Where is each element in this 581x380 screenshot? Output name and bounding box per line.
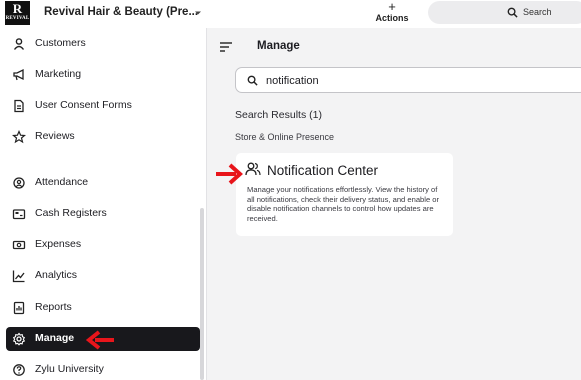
top-bar: R REVIVAL Revival Hair & Beauty (Pre... … — [0, 0, 581, 28]
search-icon — [247, 75, 258, 86]
sidebar-item-user-consent-forms[interactable]: User Consent Forms — [6, 94, 200, 118]
annotation-arrow-icon — [216, 163, 243, 185]
sidebar-item-zylu-university[interactable]: Zylu University — [6, 358, 200, 380]
sidebar-item-label: Marketing — [35, 68, 82, 80]
megaphone-icon — [13, 68, 24, 81]
sidebar-item-expenses[interactable]: Expenses — [6, 233, 200, 257]
store-logo[interactable]: R REVIVAL — [5, 1, 30, 25]
sidebar-item-label: Manage — [35, 332, 75, 344]
logo-text: REVIVAL — [5, 16, 30, 21]
chart-icon — [12, 270, 25, 283]
sidebar-item-cash-registers[interactable]: Cash Registers — [6, 202, 200, 226]
sidebar-item-reports[interactable]: Reports — [6, 296, 200, 320]
result-category: Store & Online Presence — [235, 132, 335, 142]
customers-icon — [13, 38, 25, 50]
card-description: Manage your notifications effortlessly. … — [247, 185, 440, 223]
global-search-placeholder: Search — [523, 7, 552, 17]
sidebar: Customers Marketing User Consent Forms R… — [0, 28, 207, 380]
menu-icon[interactable] — [219, 41, 233, 53]
sidebar-item-label: Reviews — [35, 130, 75, 142]
logo-letter: R — [12, 1, 23, 16]
star-icon — [12, 130, 26, 144]
cash-register-icon — [12, 209, 26, 220]
cash-icon — [12, 240, 26, 250]
sidebar-item-attendance[interactable]: Attendance — [6, 171, 200, 195]
sidebar-item-customers[interactable]: Customers — [6, 32, 200, 56]
actions-button[interactable]: + Actions — [372, 0, 412, 24]
sidebar-item-label: Zylu University — [35, 363, 104, 375]
actions-label: Actions — [375, 13, 409, 23]
sidebar-item-reviews[interactable]: Reviews — [6, 125, 200, 149]
card-title: Notification Center — [267, 163, 379, 178]
sidebar-item-label: Reports — [35, 301, 72, 313]
global-search[interactable]: Search — [428, 1, 581, 24]
sidebar-item-label: User Consent Forms — [35, 99, 132, 111]
sidebar-scrollbar[interactable] — [200, 208, 204, 380]
help-icon — [13, 364, 25, 376]
search-icon — [507, 7, 518, 18]
sidebar-item-label: Customers — [35, 37, 86, 49]
plus-icon: + — [388, 0, 396, 14]
users-icon — [245, 162, 261, 176]
annotation-arrow-icon — [86, 330, 114, 350]
sidebar-item-label: Attendance — [35, 176, 89, 188]
attendance-icon — [13, 177, 25, 189]
sidebar-item-label: Analytics — [35, 269, 78, 281]
search-input[interactable] — [266, 72, 566, 89]
report-icon — [13, 301, 25, 315]
store-name[interactable]: Revival Hair & Beauty (Pre... — [44, 6, 198, 18]
gear-icon — [12, 332, 26, 346]
document-icon — [14, 99, 24, 113]
sidebar-item-label: Cash Registers — [35, 207, 107, 219]
page-title: Manage — [257, 40, 300, 52]
notification-center-card[interactable]: Notification Center Manage your notifica… — [236, 153, 453, 236]
sidebar-item-analytics[interactable]: Analytics — [6, 264, 200, 288]
sidebar-item-label: Expenses — [35, 238, 82, 250]
search-results-count: Search Results (1) — [235, 109, 322, 121]
sidebar-item-marketing[interactable]: Marketing — [6, 63, 200, 87]
manage-search[interactable] — [235, 67, 581, 93]
chevron-down-icon[interactable] — [193, 8, 203, 18]
